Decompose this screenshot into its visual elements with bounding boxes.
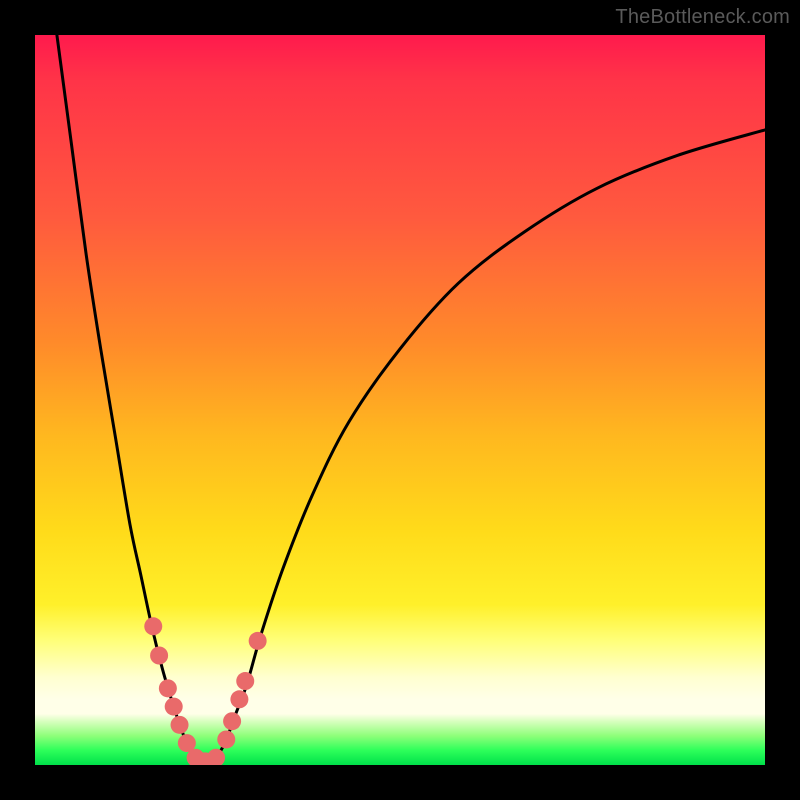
chart-frame: TheBottleneck.com [0,0,800,800]
data-marker [223,712,241,730]
data-marker [171,716,189,734]
data-marker [236,672,254,690]
chart-plot-area [35,35,765,765]
watermark-label: TheBottleneck.com [615,6,790,29]
chart-svg [35,35,765,765]
data-marker [249,632,267,650]
data-marker [144,617,162,635]
marker-layer [144,617,266,765]
curve-left-branch [57,35,196,761]
data-marker [230,690,248,708]
data-marker [217,730,235,748]
data-marker [150,647,168,665]
data-marker [207,749,225,765]
data-marker [165,698,183,716]
data-marker [159,679,177,697]
curve-right-branch [214,130,765,761]
